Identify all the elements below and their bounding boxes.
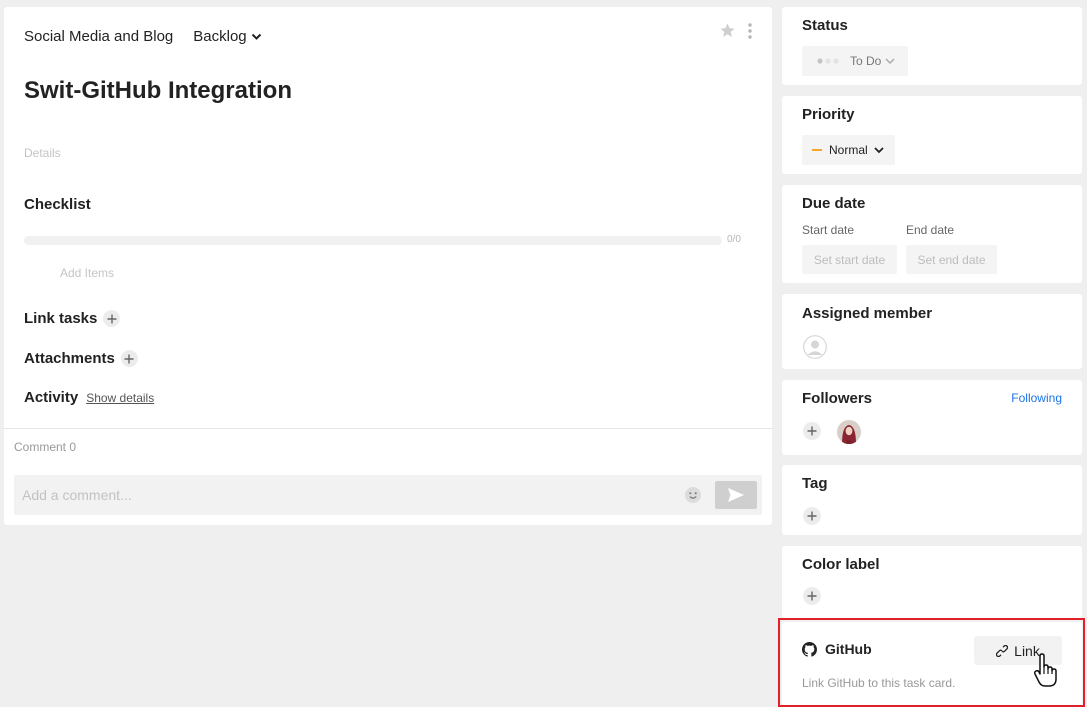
assigned-member-heading: Assigned member <box>802 305 933 322</box>
assigned-member-card: Assigned member <box>782 294 1082 369</box>
tag-card: Tag <box>782 465 1082 535</box>
github-heading-row: GitHub <box>802 641 872 657</box>
github-link-button[interactable]: Link <box>974 636 1062 665</box>
comment-box <box>14 475 762 515</box>
user-placeholder-icon[interactable] <box>803 335 827 359</box>
project-name[interactable]: Social Media and Blog <box>24 28 173 45</box>
task-actions <box>719 22 752 39</box>
chevron-down-icon <box>885 57 895 64</box>
github-link-label: Link <box>1014 642 1040 659</box>
divider <box>4 428 772 429</box>
emoji-icon[interactable] <box>684 486 702 504</box>
breadcrumb: Social Media and Blog Backlog <box>24 28 262 45</box>
add-color-label-button[interactable] <box>803 587 821 605</box>
checklist-progress-count: 0/0 <box>727 234 741 245</box>
start-date-label: Start date <box>802 223 855 237</box>
followers-card: Followers Following <box>782 380 1082 455</box>
color-label-heading: Color label <box>802 556 880 573</box>
activity-section: Activity Show details <box>24 389 154 406</box>
comment-input[interactable] <box>22 475 662 515</box>
plus-icon <box>807 426 817 436</box>
checklist-progress-bar <box>24 236 722 245</box>
star-icon[interactable] <box>719 22 736 39</box>
following-toggle[interactable]: Following <box>1011 391 1062 405</box>
priority-card: Priority Normal <box>782 96 1082 174</box>
link-tasks-section: Link tasks <box>24 310 121 327</box>
list-name: Backlog <box>193 28 247 45</box>
more-vertical-icon[interactable] <box>748 22 752 39</box>
link-tasks-heading: Link tasks <box>24 310 98 327</box>
status-progress-icon <box>817 58 839 64</box>
plus-icon <box>807 591 817 601</box>
show-details-link[interactable]: Show details <box>86 391 154 405</box>
task-detail-card: Social Media and Blog Backlog Swit-GitHu… <box>4 7 772 525</box>
send-icon <box>728 488 744 502</box>
github-heading: GitHub <box>825 641 872 657</box>
status-card: Status To Do <box>782 7 1082 85</box>
status-heading: Status <box>802 17 848 34</box>
chevron-down-icon <box>251 33 261 40</box>
tag-heading: Tag <box>802 475 828 492</box>
color-label-card: Color label <box>782 546 1082 618</box>
list-dropdown[interactable]: Backlog <box>193 28 261 45</box>
attachments-heading: Attachments <box>24 350 115 367</box>
github-description: Link GitHub to this task card. <box>802 676 956 690</box>
due-date-card: Due date Start date End date Set start d… <box>782 185 1082 283</box>
add-link-task-button[interactable] <box>103 310 121 327</box>
plus-icon <box>124 354 134 363</box>
followers-heading: Followers <box>802 390 873 407</box>
github-card: GitHub Link Link GitHub to this task car… <box>782 622 1082 707</box>
add-attachment-button[interactable] <box>120 350 138 367</box>
github-icon <box>802 641 817 657</box>
task-title[interactable]: Swit-GitHub Integration <box>24 77 292 105</box>
end-date-label: End date <box>906 223 955 237</box>
chevron-down-icon <box>874 146 884 153</box>
avatar[interactable] <box>837 420 861 444</box>
details-field[interactable]: Details <box>24 146 61 160</box>
link-icon <box>996 644 1009 657</box>
priority-value: Normal <box>829 143 868 157</box>
plus-icon <box>107 314 117 323</box>
add-tag-button[interactable] <box>803 507 821 525</box>
activity-heading: Activity <box>24 389 79 406</box>
priority-heading: Priority <box>802 106 855 123</box>
add-follower-button[interactable] <box>803 422 821 440</box>
add-checklist-items[interactable]: Add Items <box>60 266 114 280</box>
attachments-section: Attachments <box>24 350 138 367</box>
plus-icon <box>807 511 817 521</box>
priority-indicator-icon <box>812 149 822 151</box>
comment-count: Comment 0 <box>14 440 77 454</box>
send-comment-button[interactable] <box>715 481 757 509</box>
set-end-date-button[interactable]: Set end date <box>906 245 997 274</box>
checklist-heading: Checklist <box>24 196 91 213</box>
status-dropdown[interactable]: To Do <box>802 46 908 76</box>
set-start-date-button[interactable]: Set start date <box>802 245 897 274</box>
priority-dropdown[interactable]: Normal <box>802 135 895 165</box>
status-value: To Do <box>850 54 882 68</box>
due-date-heading: Due date <box>802 195 866 212</box>
